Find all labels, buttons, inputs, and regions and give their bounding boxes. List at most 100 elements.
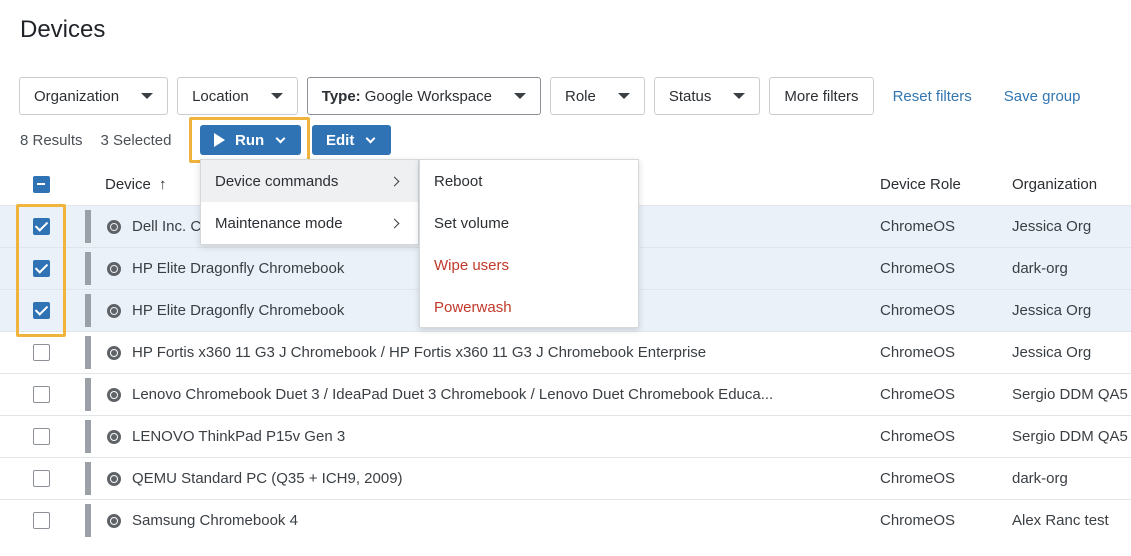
- device-role: ChromeOS: [880, 344, 956, 361]
- results-summary: 8 Results 3 Selected: [20, 125, 171, 155]
- column-header-device[interactable]: Device ↑: [105, 176, 167, 193]
- status-bar: [85, 210, 91, 243]
- device-role: ChromeOS: [880, 512, 956, 529]
- device-role: ChromeOS: [880, 218, 956, 235]
- menu-item-reboot[interactable]: Reboot: [420, 160, 638, 202]
- table-row[interactable]: Samsung Chromebook 4 ChromeOS Alex Ranc …: [0, 499, 1131, 541]
- caret-down-icon: [733, 93, 746, 99]
- run-menu: Device commands Maintenance mode: [200, 159, 419, 245]
- menu-item-device-commands[interactable]: Device commands: [201, 160, 418, 202]
- device-role: ChromeOS: [880, 302, 956, 319]
- results-count: 8 Results: [20, 131, 83, 149]
- chrome-icon: [107, 303, 121, 318]
- menu-item-label: Device commands: [215, 172, 339, 190]
- type-filter[interactable]: Type: Google Workspace: [306, 77, 541, 115]
- device-name[interactable]: QEMU Standard PC (Q35 + ICH9, 2009): [132, 470, 403, 487]
- table-row[interactable]: LENOVO ThinkPad P15v Gen 3 ChromeOS Serg…: [0, 415, 1131, 457]
- caret-down-icon: [141, 93, 154, 99]
- organization-filter-label: Organization: [34, 87, 120, 105]
- device-organization: Sergio DDM QA5: [1012, 386, 1128, 403]
- status-bar: [85, 336, 91, 369]
- page-title: Devices: [20, 16, 106, 43]
- device-organization: dark-org: [1012, 260, 1068, 277]
- device-name[interactable]: HP Fortis x360 11 G3 J Chromebook / HP F…: [132, 344, 706, 361]
- table-row[interactable]: QEMU Standard PC (Q35 + ICH9, 2009) Chro…: [0, 457, 1131, 499]
- type-filter-key: Type:: [321, 87, 361, 105]
- menu-item-wipe-users[interactable]: Wipe users: [420, 244, 638, 286]
- edit-button-label: Edit: [326, 131, 355, 149]
- chrome-icon: [107, 471, 121, 486]
- menu-item-powerwash[interactable]: Powerwash: [420, 286, 638, 328]
- role-filter-label: Role: [564, 87, 596, 105]
- run-button-label: Run: [235, 131, 265, 149]
- status-bar: [85, 294, 91, 327]
- status-filter-label: Status: [668, 87, 712, 105]
- filter-bar: Organization Location Type: Google Works…: [19, 77, 1103, 115]
- status-filter[interactable]: Status: [653, 77, 761, 115]
- caret-down-icon: [617, 93, 630, 99]
- status-bar: [85, 252, 91, 285]
- chevron-down-icon: [365, 133, 376, 143]
- chrome-icon: [107, 429, 121, 444]
- row-checkbox[interactable]: [33, 386, 50, 403]
- chrome-icon: [107, 513, 121, 528]
- menu-item-set-volume[interactable]: Set volume: [420, 202, 638, 244]
- select-all-checkbox[interactable]: [33, 176, 50, 193]
- device-name[interactable]: LENOVO ThinkPad P15v Gen 3: [132, 428, 345, 445]
- chrome-icon: [107, 261, 121, 276]
- save-group-link[interactable]: Save group: [1004, 88, 1081, 105]
- device-organization: dark-org: [1012, 470, 1068, 487]
- column-header-device-label: Device: [105, 176, 151, 193]
- type-filter-value: Google Workspace: [364, 87, 492, 105]
- more-filters-label: More filters: [784, 87, 859, 105]
- row-checkbox[interactable]: [33, 428, 50, 445]
- location-filter[interactable]: Location: [177, 77, 298, 115]
- device-role: ChromeOS: [880, 386, 956, 403]
- row-checkbox[interactable]: [33, 344, 50, 361]
- device-name[interactable]: HP Elite Dragonfly Chromebook: [132, 302, 344, 319]
- device-name[interactable]: Lenovo Chromebook Duet 3 / IdeaPad Duet …: [132, 386, 773, 403]
- device-commands-submenu: Reboot Set volume Wipe users Powerwash: [419, 159, 639, 328]
- table-row[interactable]: HP Fortis x360 11 G3 J Chromebook / HP F…: [0, 331, 1131, 373]
- menu-item-label: Maintenance mode: [215, 214, 343, 232]
- column-header-role[interactable]: Device Role: [880, 176, 961, 193]
- table-row[interactable]: Lenovo Chromebook Duet 3 / IdeaPad Duet …: [0, 373, 1131, 415]
- selected-count: 3 Selected: [100, 131, 172, 149]
- device-organization: Jessica Org: [1012, 344, 1092, 361]
- row-checkbox[interactable]: [33, 470, 50, 487]
- more-filters-button[interactable]: More filters: [769, 77, 874, 115]
- device-organization: Jessica Org: [1012, 218, 1092, 235]
- chrome-icon: [107, 387, 121, 402]
- organization-filter[interactable]: Organization: [19, 77, 169, 115]
- chrome-icon: [107, 219, 121, 234]
- selected-checkboxes-highlight: [16, 204, 66, 337]
- status-bar: [85, 378, 91, 411]
- location-filter-label: Location: [192, 87, 249, 105]
- status-bar: [85, 504, 91, 537]
- device-name[interactable]: Dell Inc. C: [132, 218, 201, 235]
- role-filter[interactable]: Role: [549, 77, 645, 115]
- device-organization: Sergio DDM QA5: [1012, 428, 1128, 445]
- device-organization: Jessica Org: [1012, 302, 1092, 319]
- device-name[interactable]: HP Elite Dragonfly Chromebook: [132, 260, 344, 277]
- sort-ascending-icon: ↑: [159, 176, 167, 193]
- chevron-down-icon: [275, 133, 286, 143]
- status-bar: [85, 420, 91, 453]
- column-header-organization[interactable]: Organization: [1012, 176, 1097, 193]
- caret-down-icon: [270, 93, 283, 99]
- row-checkbox[interactable]: [33, 512, 50, 529]
- edit-button[interactable]: Edit: [312, 125, 391, 155]
- chevron-right-icon: [389, 218, 400, 228]
- chevron-right-icon: [389, 176, 400, 186]
- device-role: ChromeOS: [880, 428, 956, 445]
- device-role: ChromeOS: [880, 260, 956, 277]
- chrome-icon: [107, 345, 121, 360]
- menu-item-maintenance-mode[interactable]: Maintenance mode: [201, 202, 418, 244]
- run-button[interactable]: Run: [200, 125, 301, 155]
- device-name[interactable]: Samsung Chromebook 4: [132, 512, 298, 529]
- device-role: ChromeOS: [880, 470, 956, 487]
- device-organization: Alex Ranc test: [1012, 512, 1109, 529]
- caret-down-icon: [513, 93, 526, 99]
- play-icon: [214, 133, 225, 147]
- reset-filters-link[interactable]: Reset filters: [893, 88, 972, 105]
